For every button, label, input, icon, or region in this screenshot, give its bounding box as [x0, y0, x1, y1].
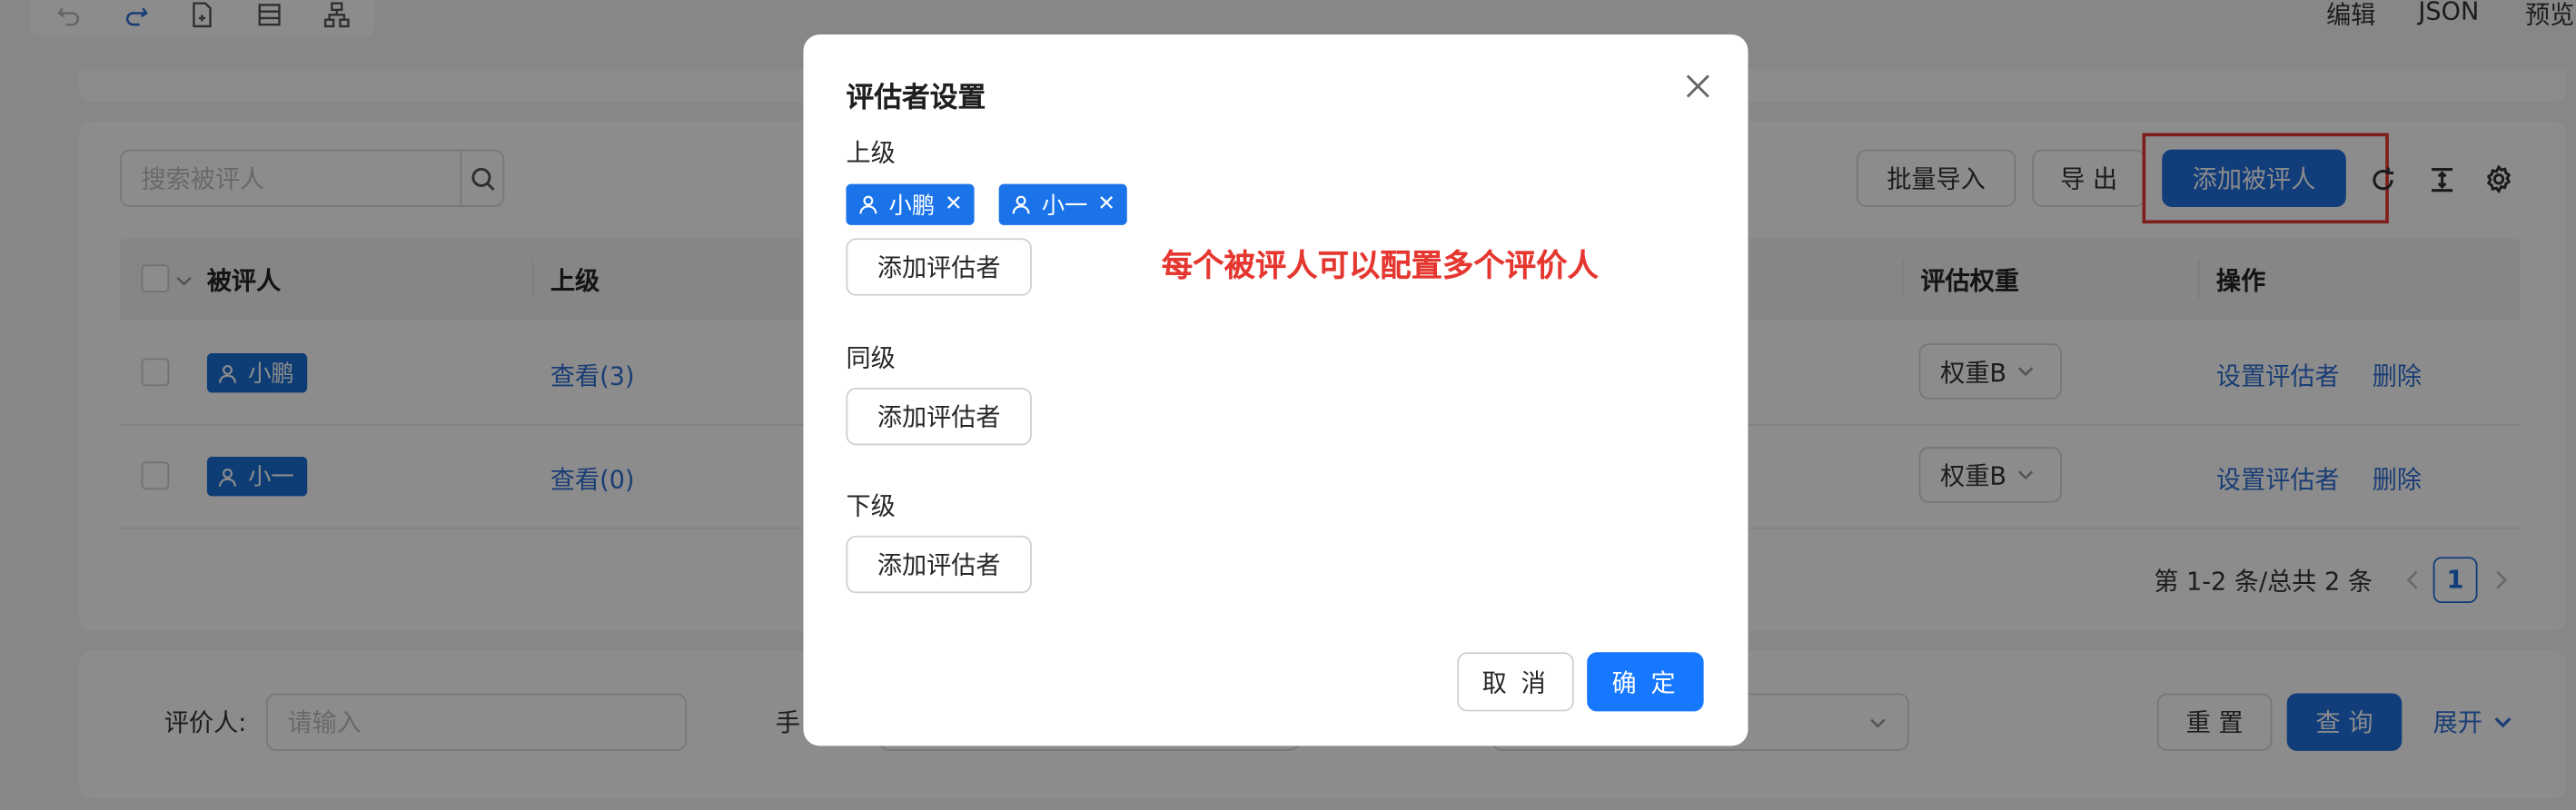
close-icon[interactable] — [1679, 67, 1715, 104]
add-subordinate-evaluator-button[interactable]: 添加评估者 — [846, 535, 1032, 594]
evaluator-name: 小一 — [1041, 193, 1088, 220]
section-label-subordinate: 下级 — [846, 490, 896, 521]
close-icon[interactable]: ✕ — [1097, 193, 1115, 215]
app-canvas: 编辑 JSON 预览 批量导入 导 出 添加被评人 被评人 上级 评估权重 操作… — [0, 0, 2576, 810]
modal-title: 评估者设置 — [846, 82, 986, 115]
user-icon — [859, 195, 877, 214]
close-icon[interactable]: ✕ — [945, 193, 963, 215]
annotation-text: 每个被评人可以配置多个评价人 — [1161, 248, 1599, 285]
evaluator-name: 小鹏 — [888, 193, 936, 220]
section-label-superior: 上级 — [846, 137, 896, 168]
user-icon — [1012, 195, 1030, 214]
section-label-peer: 同级 — [846, 343, 896, 373]
evaluator-tag: 小鹏 ✕ — [846, 183, 975, 225]
confirm-button[interactable]: 确 定 — [1587, 652, 1704, 712]
add-superior-evaluator-button[interactable]: 添加评估者 — [846, 238, 1032, 296]
evaluator-tag: 小一 ✕ — [998, 183, 1127, 225]
cancel-button[interactable]: 取 消 — [1457, 652, 1574, 712]
add-peer-evaluator-button[interactable]: 添加评估者 — [846, 387, 1032, 446]
